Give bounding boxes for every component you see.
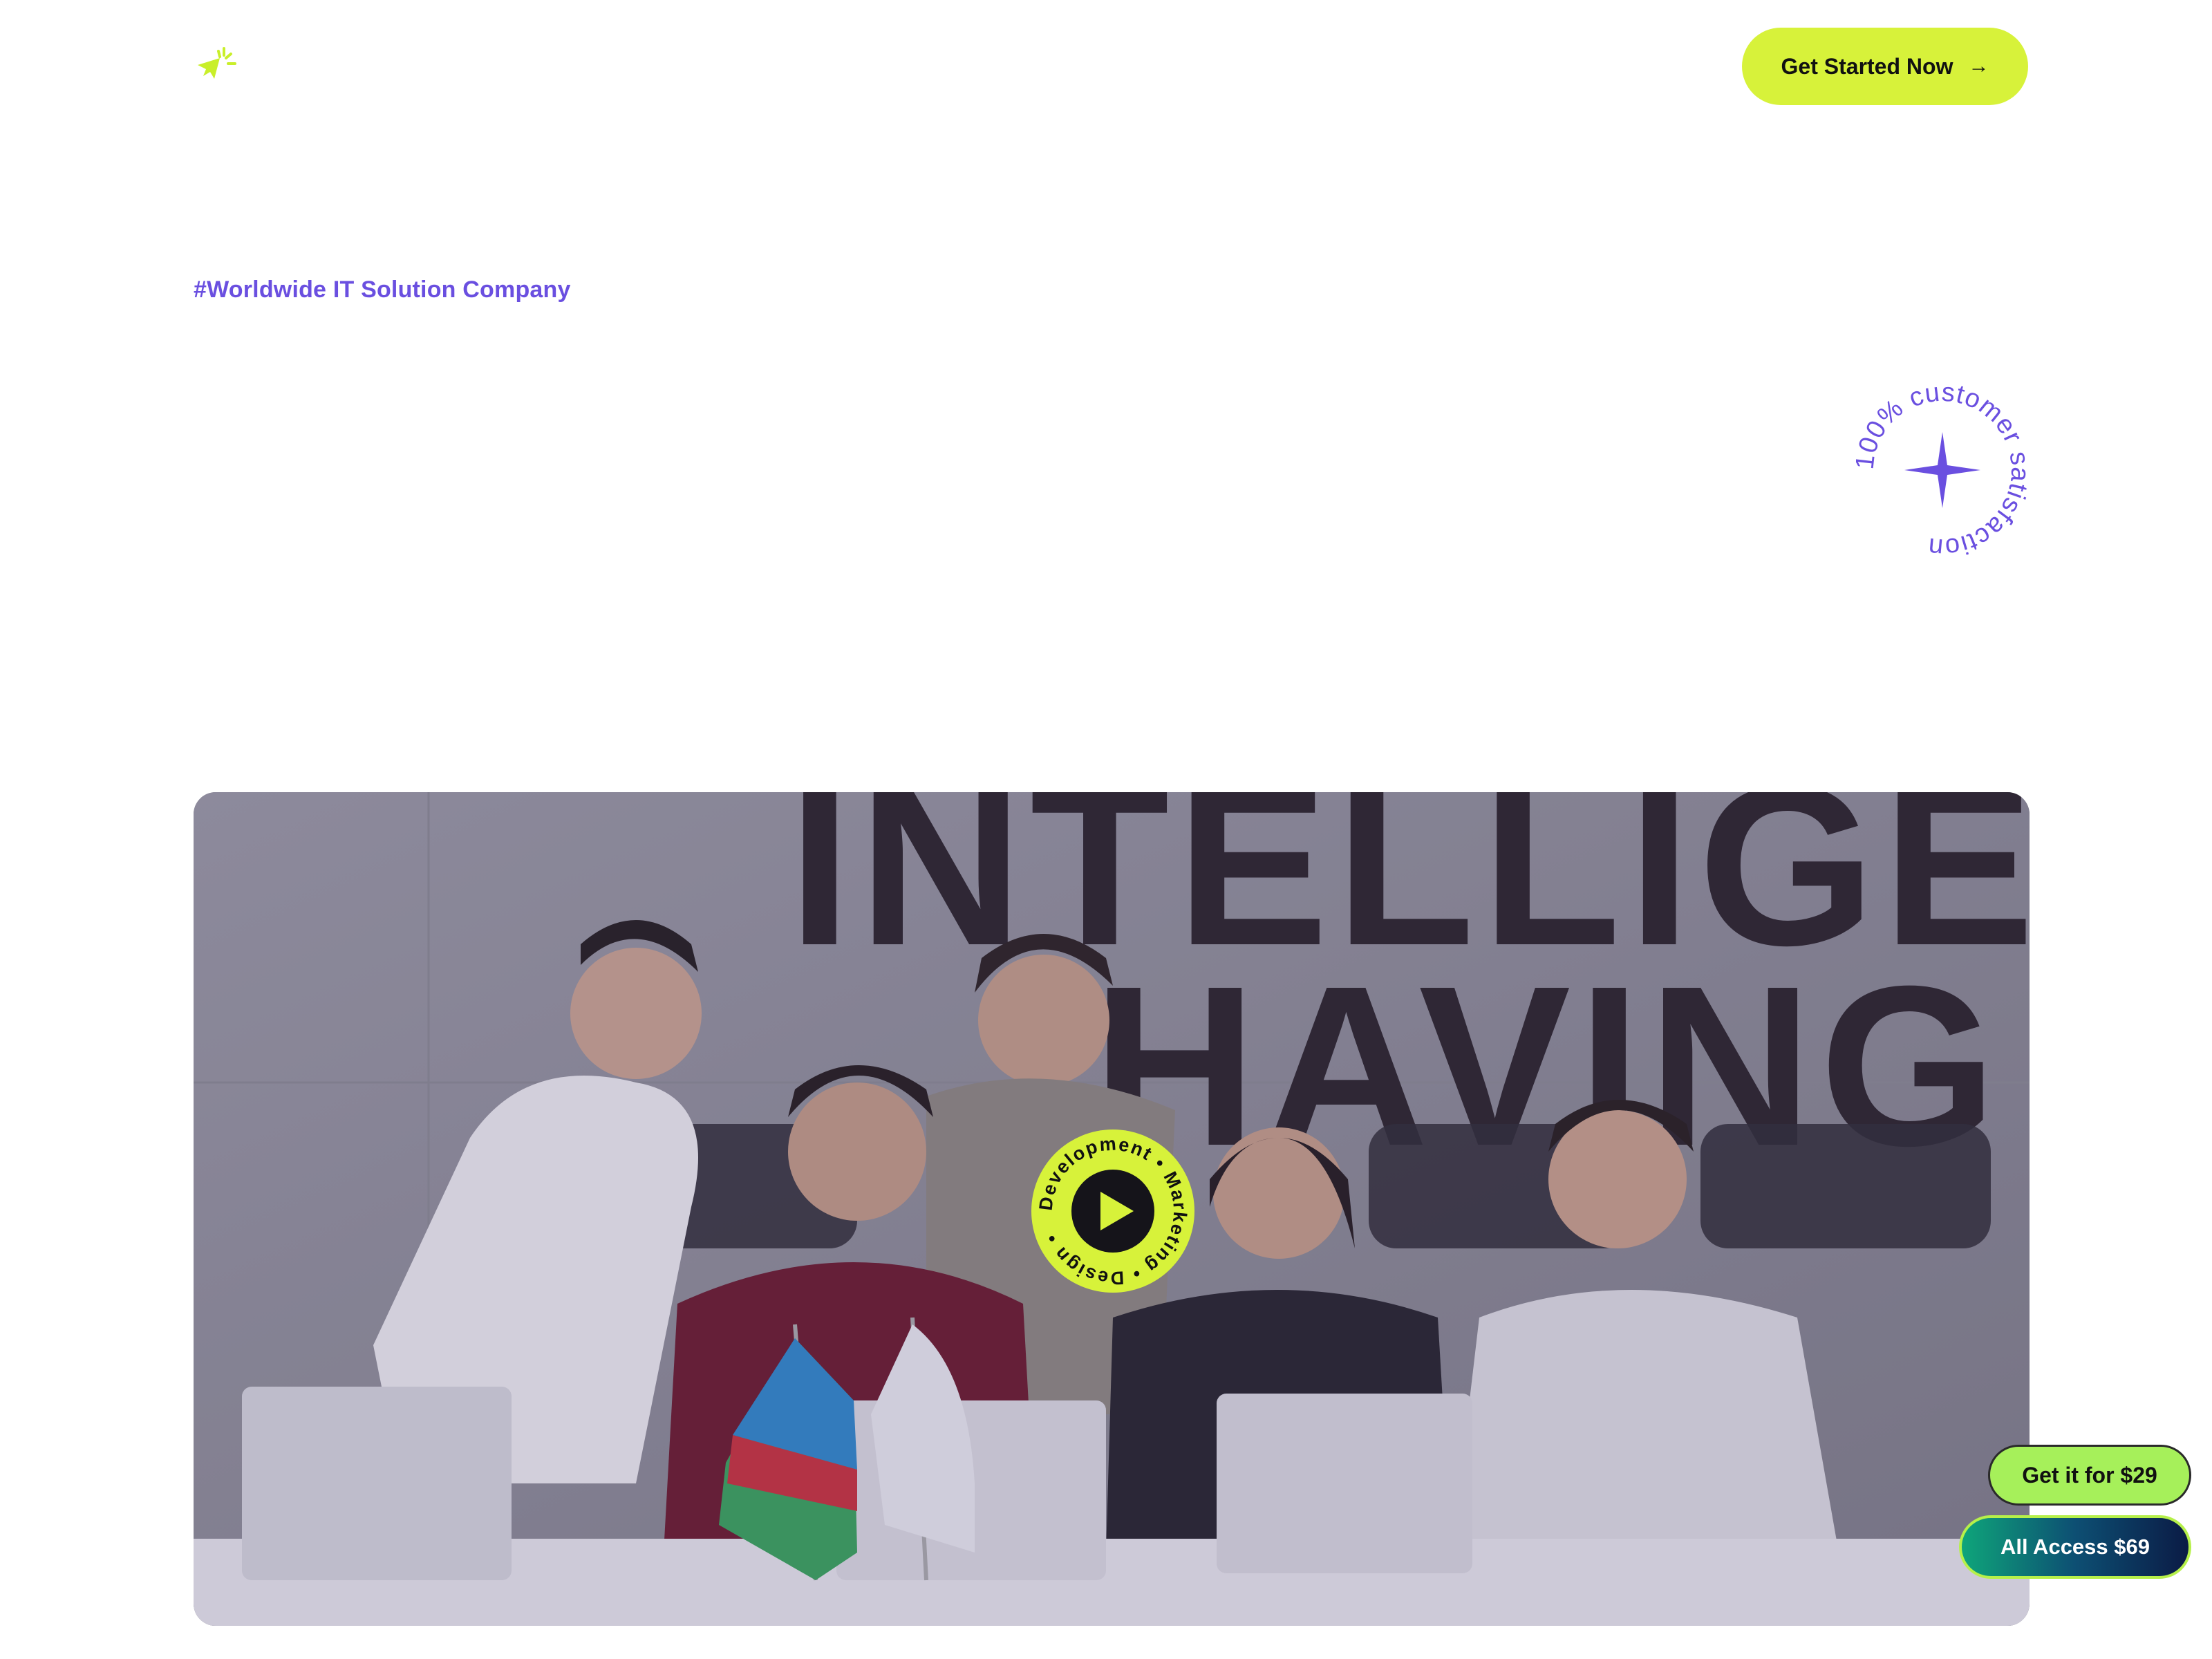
sparkle-icon bbox=[1904, 432, 1980, 508]
play-video-button[interactable]: Development • Marketing • Design • bbox=[1030, 1128, 1196, 1294]
page: Get Started Now → #Worldwide IT Solution… bbox=[0, 0, 2212, 1659]
hero-tagline: #Worldwide IT Solution Company bbox=[194, 276, 571, 303]
satisfaction-badge: 100% customer satisfaction bbox=[1856, 384, 2029, 556]
all-access-69-button[interactable]: All Access $69 bbox=[1959, 1515, 2191, 1579]
arrow-right-icon: → bbox=[1968, 55, 1989, 77]
get-it-29-button[interactable]: Get it for $29 bbox=[1988, 1445, 2191, 1506]
get-started-label: Get Started Now bbox=[1781, 53, 1953, 79]
megaphone-icon[interactable] bbox=[194, 44, 238, 88]
get-started-button[interactable]: Get Started Now → bbox=[1742, 28, 2028, 105]
